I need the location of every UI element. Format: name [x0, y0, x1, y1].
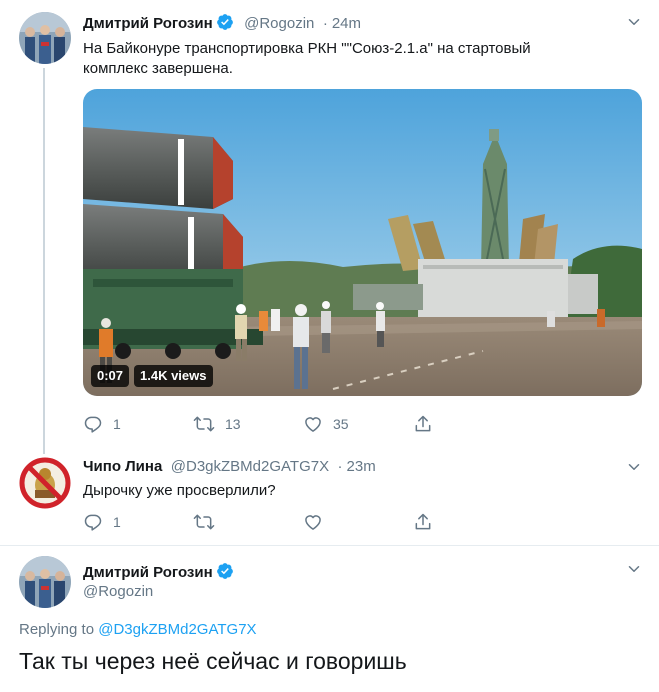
tweet2-text: Дырочку уже просверлили? — [83, 482, 276, 499]
like-count: 35 — [333, 416, 349, 432]
tweet3-text: Так ты через неё сейчас и говоришь — [19, 648, 407, 674]
verified-badge-icon — [216, 13, 234, 36]
author-name[interactable]: Чипо Лина — [83, 458, 162, 475]
tweet-text-line: комплекс завершена. — [83, 60, 233, 77]
retweet-icon — [193, 416, 215, 432]
author-handle[interactable]: @Rogozin — [244, 15, 314, 32]
share-button[interactable] — [413, 512, 523, 532]
chevron-down-icon[interactable] — [625, 560, 643, 578]
replying-to-handle-link[interactable]: @D3gkZBMd2GATG7X — [98, 621, 256, 638]
reply-count: 1 — [113, 416, 121, 432]
avatar-rogozin[interactable] — [19, 556, 71, 608]
video-frame — [83, 89, 642, 396]
like-button[interactable] — [303, 512, 413, 532]
reply-button[interactable]: 1 — [83, 512, 193, 532]
retweet-icon — [193, 514, 215, 530]
replying-to-label: Replying to — [19, 621, 95, 638]
avatar-rogozin[interactable] — [19, 12, 71, 64]
share-icon — [415, 513, 431, 530]
reply-button[interactable]: 1 — [83, 414, 193, 434]
time-separator: · — [322, 15, 328, 32]
retweet-count: 13 — [225, 416, 241, 432]
author-handle[interactable]: @D3gkZBMd2GATG7X — [171, 458, 329, 475]
tweet-time[interactable]: 23m — [347, 458, 376, 475]
verified-badge-icon — [216, 562, 234, 585]
reply-icon — [84, 416, 102, 433]
tweet-text-line: На Байконуре транспортировка РКН ""Союз-… — [83, 40, 531, 57]
avatar-chipo-lina[interactable] — [19, 457, 71, 509]
replying-to-line: Replying to @D3gkZBMd2GATG7X — [19, 621, 257, 638]
heart-icon — [305, 515, 321, 530]
reply-count: 1 — [113, 514, 121, 530]
author-handle[interactable]: @Rogozin — [83, 583, 153, 600]
tweet2-actions: 1 — [83, 511, 523, 533]
tweet-divider — [0, 545, 659, 546]
tweet-time[interactable]: 24m — [332, 15, 361, 32]
tweet1-actions: 1 13 35 — [83, 413, 523, 435]
chevron-down-icon[interactable] — [625, 458, 643, 476]
like-button[interactable]: 35 — [303, 414, 413, 434]
video-views-badge: 1.4K views — [134, 365, 213, 387]
retweet-button[interactable] — [193, 512, 303, 532]
video-duration-badge: 0:07 — [91, 365, 130, 387]
share-button[interactable] — [413, 414, 523, 434]
retweet-button[interactable]: 13 — [193, 414, 303, 434]
video-player[interactable]: 0:07 1.4K views — [83, 89, 642, 396]
author-name[interactable]: Дмитрий Рогозин — [83, 15, 213, 32]
thread-connector-line — [43, 68, 45, 454]
heart-icon — [305, 417, 321, 432]
chevron-down-icon[interactable] — [625, 13, 643, 31]
tweet2-header: Чипо Лина @D3gkZBMd2GATG7X · 23m — [83, 458, 376, 476]
share-icon — [415, 415, 431, 432]
time-separator: · — [337, 458, 343, 475]
tweet1-header: Дмитрий Рогозин @Rogozin · 24m — [83, 13, 361, 36]
tweet1-text: На Байконуре транспортировка РКН ""Союз-… — [83, 39, 643, 79]
author-name[interactable]: Дмитрий Рогозин — [83, 564, 213, 581]
reply-icon — [84, 514, 102, 531]
tweet3-author: Дмитрий Рогозин — [83, 562, 234, 585]
